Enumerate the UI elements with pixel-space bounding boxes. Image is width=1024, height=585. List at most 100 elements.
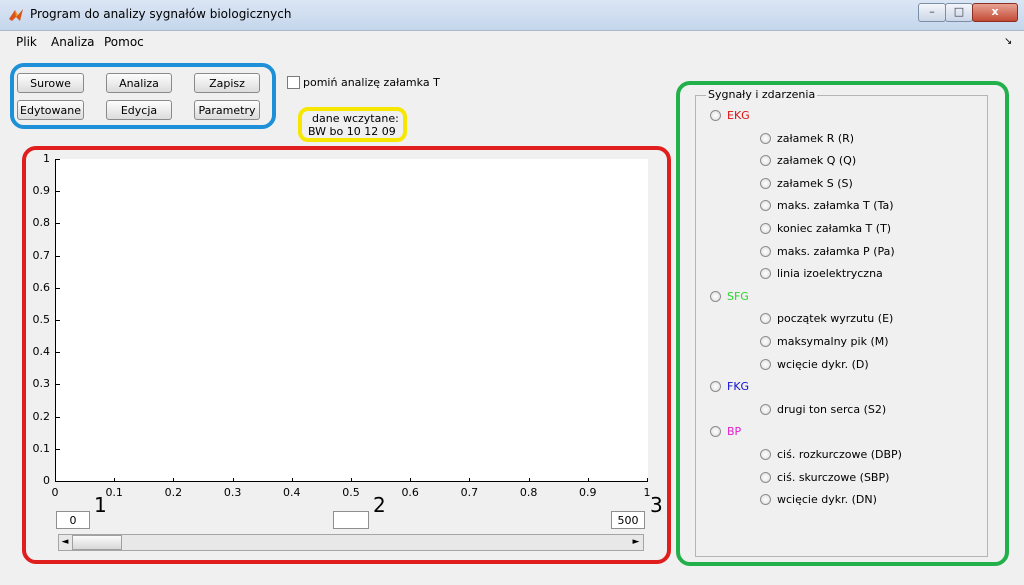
x-tick-mark <box>587 478 589 482</box>
radio-group-sfg[interactable] <box>710 290 721 302</box>
zapisz-button[interactable]: Zapisz <box>194 73 260 93</box>
window-title: Program do analizy sygnałów biologicznyc… <box>30 7 292 21</box>
x-tick-mark <box>469 478 471 482</box>
surowe-button[interactable]: Surowe <box>17 73 84 93</box>
event-label: ciś. rozkurczowe (DBP) <box>777 448 902 461</box>
range-start-field[interactable]: 0 <box>56 511 90 529</box>
x-tick-label: 0.4 <box>283 486 301 499</box>
x-tick-mark <box>647 478 648 482</box>
y-tick-label: 0.8 <box>32 216 51 230</box>
y-tick-mark <box>56 223 60 225</box>
matlab-icon <box>9 9 23 21</box>
maximize-button[interactable]: □ <box>945 3 973 22</box>
annotation-2: 2 <box>373 493 386 517</box>
position-field[interactable] <box>333 511 369 529</box>
slider-thumb[interactable] <box>72 535 122 550</box>
x-tick-label: 0.5 <box>342 486 360 499</box>
y-tick-mark <box>56 384 60 386</box>
minimize-button[interactable]: – <box>918 3 946 22</box>
y-tick-label: 0.5 <box>32 313 51 326</box>
parametry-button[interactable]: Parametry <box>194 100 260 120</box>
edycja-button[interactable]: Edycja <box>106 100 172 120</box>
radio-event[interactable] <box>760 358 771 370</box>
y-tick-mark <box>56 481 60 482</box>
y-tick-mark <box>56 416 60 418</box>
menu-plik[interactable]: Plik <box>16 35 37 49</box>
x-tick-label: 0.7 <box>460 486 479 499</box>
signals-panel-title: Sygnały i zdarzenia <box>706 88 818 101</box>
plot-area[interactable] <box>55 159 648 482</box>
y-tick-label: 0.3 <box>32 377 51 391</box>
close-button[interactable]: x <box>972 3 1018 22</box>
skip-t-wave-label: pomiń analizę załamka T <box>303 76 440 89</box>
x-tick-mark <box>114 478 116 482</box>
y-tick-mark <box>56 191 60 193</box>
radio-event[interactable] <box>760 403 771 415</box>
event-label: załamek S (S) <box>777 176 853 190</box>
y-tick-label: 0.6 <box>32 280 51 294</box>
radio-event[interactable] <box>760 223 771 234</box>
analiza-button[interactable]: Analiza <box>106 73 172 93</box>
group-label-ekg: EKG <box>727 109 750 122</box>
x-tick-mark <box>232 478 234 482</box>
event-label: drugi ton serca (S2) <box>777 402 887 416</box>
radio-event[interactable] <box>760 245 771 257</box>
event-label: koniec załamka T (T) <box>777 222 892 235</box>
y-tick-label: 0.1 <box>32 441 51 455</box>
toolbar-toggle-icon[interactable]: ↘ <box>1004 36 1012 47</box>
x-tick-label: 0.6 <box>401 486 419 499</box>
radio-event[interactable] <box>760 177 771 189</box>
annotation-3: 3 <box>650 493 663 517</box>
radio-event[interactable] <box>760 132 771 144</box>
event-label: wcięcie dykr. (D) <box>777 357 869 371</box>
x-tick-label: 0 <box>51 486 59 499</box>
y-tick-mark <box>56 255 60 257</box>
y-tick-label: 0.9 <box>32 184 51 198</box>
y-tick-label: 1 <box>43 152 50 165</box>
y-tick-label: 0.7 <box>32 248 51 262</box>
event-label: linia izoelektryczna <box>777 267 883 281</box>
x-tick-mark <box>55 478 56 482</box>
x-tick-mark <box>291 478 293 482</box>
y-tick-label: 0.4 <box>32 345 51 359</box>
y-tick-mark <box>56 287 60 289</box>
event-label: maks. załamka P (Pa) <box>777 244 895 258</box>
x-tick-mark <box>351 478 352 482</box>
range-end-field[interactable]: 500 <box>611 511 645 529</box>
event-label: ciś. skurczowe (SBP) <box>777 470 890 484</box>
event-label: początek wyrzutu (E) <box>777 312 894 326</box>
x-tick-mark <box>410 478 412 482</box>
edytowane-button[interactable]: Edytowane <box>17 100 84 120</box>
radio-event[interactable] <box>760 471 771 483</box>
y-tick-mark <box>56 159 60 160</box>
event-label: załamek R (R) <box>777 131 855 145</box>
x-tick-label: 0.3 <box>223 486 242 499</box>
x-tick-label: 0.1 <box>105 486 123 499</box>
slider-left-arrow-icon[interactable]: ◄ <box>59 535 71 550</box>
loaded-data-value: BW bo 10 12 09 <box>308 125 396 138</box>
y-tick-mark <box>56 448 60 450</box>
event-label: maksymalny pik (M) <box>777 335 889 348</box>
x-tick-mark <box>528 478 530 482</box>
y-tick-mark <box>56 352 60 354</box>
group-label-sfg: SFG <box>727 289 749 303</box>
menu-pomoc[interactable]: Pomoc <box>104 35 144 49</box>
event-label: maks. załamka T (Ta) <box>777 199 894 213</box>
slider-right-arrow-icon[interactable]: ► <box>630 535 642 550</box>
event-label: załamek Q (Q) <box>777 154 857 168</box>
radio-group-ekg[interactable] <box>710 110 721 121</box>
x-tick-label: 0.8 <box>519 486 538 499</box>
group-label-fkg: FKG <box>727 380 750 394</box>
annotation-1: 1 <box>94 493 107 517</box>
menu-bar <box>0 31 1024 53</box>
x-tick-mark <box>173 478 175 482</box>
menu-analiza[interactable]: Analiza <box>51 35 95 49</box>
skip-t-wave-checkbox[interactable] <box>287 76 300 89</box>
loaded-data-label: dane wczytane: <box>312 112 399 125</box>
horizontal-slider[interactable] <box>58 534 644 551</box>
group-label-bp: BP <box>727 425 742 439</box>
radio-event[interactable] <box>760 336 771 347</box>
radio-event[interactable] <box>760 449 771 460</box>
x-tick-label: 0.2 <box>164 486 183 499</box>
y-tick-label: 0.2 <box>32 409 51 423</box>
